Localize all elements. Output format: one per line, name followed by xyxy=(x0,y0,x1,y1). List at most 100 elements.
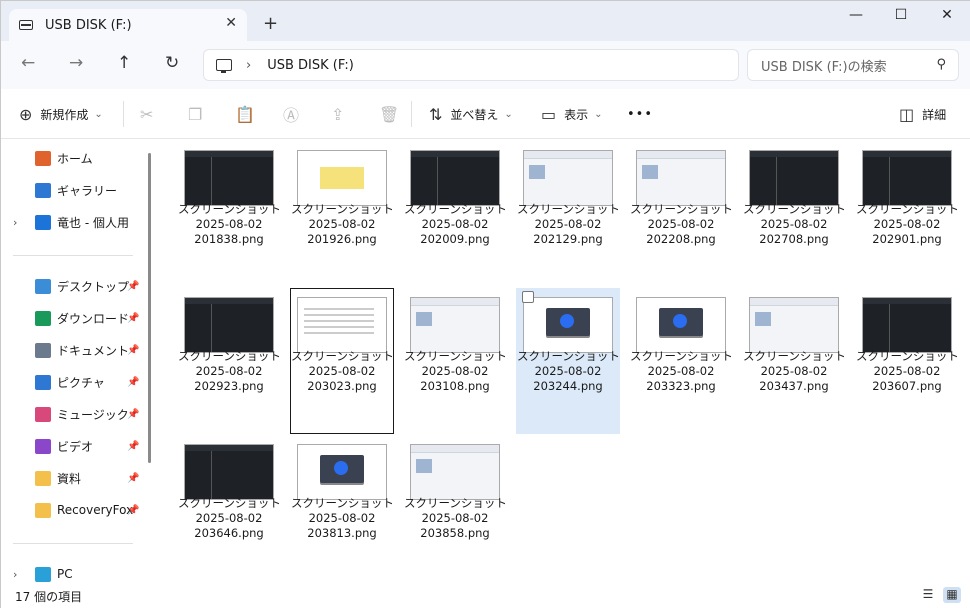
close-window-button[interactable]: ✕ xyxy=(924,7,970,23)
sidebar-item-label: RecoveryFox xyxy=(57,503,134,517)
sidebar-item[interactable]: ダウンロード 📌 xyxy=(1,303,151,333)
file-item[interactable]: スクリーンショット 2025-08-02 203437.png xyxy=(742,288,846,434)
image-thumbnail xyxy=(636,297,726,353)
pin-icon[interactable]: 📌 xyxy=(127,409,139,420)
file-name-line: スクリーンショット xyxy=(630,202,733,216)
sidebar-item[interactable]: デスクトップ 📌 xyxy=(1,271,151,301)
up-button[interactable]: ↑ xyxy=(117,53,131,73)
sidebar-item[interactable]: ビデオ 📌 xyxy=(1,431,151,461)
minimize-button[interactable]: — xyxy=(833,7,879,23)
divider xyxy=(123,101,124,127)
address-bar[interactable]: › USB DISK (F:) xyxy=(203,49,739,81)
tab-usb-disk[interactable]: USB DISK (F:) ✕ xyxy=(9,9,247,41)
pin-icon[interactable]: 📌 xyxy=(127,345,139,356)
pin-icon[interactable]: 📌 xyxy=(127,441,139,452)
file-item[interactable]: スクリーンショット 2025-08-02 201926.png xyxy=(290,141,394,287)
file-item[interactable]: スクリーンショット 2025-08-02 203858.png xyxy=(403,435,507,581)
file-item[interactable]: スクリーンショット 2025-08-02 202129.png xyxy=(516,141,620,287)
file-name-line: 203437.png xyxy=(759,379,829,393)
breadcrumb-usb-disk[interactable]: USB DISK (F:) xyxy=(267,58,354,73)
chevron-down-icon: ⌄ xyxy=(504,108,513,120)
file-item[interactable]: スクリーンショット 2025-08-02 202009.png xyxy=(403,141,507,287)
new-tab-button[interactable]: + xyxy=(263,13,278,34)
file-name-line: 2025-08-02 xyxy=(195,364,263,378)
file-explorer-window: USB DISK (F:) ✕ + — ☐ ✕ ← → ↑ ↻ › USB DI… xyxy=(0,0,970,608)
file-item[interactable]: スクリーンショット 2025-08-02 203244.png xyxy=(516,288,620,434)
rename-button[interactable]: Ⓐ xyxy=(283,89,299,139)
status-bar: 17 個の項目 ☰ ▦ xyxy=(1,582,970,608)
file-item[interactable]: スクリーンショット 2025-08-02 203646.png xyxy=(177,435,281,581)
expand-chevron-icon[interactable]: › xyxy=(13,568,17,581)
view-button[interactable]: ▭ 表示 ⌄ xyxy=(541,89,603,139)
sidebar-item[interactable]: ドキュメント 📌 xyxy=(1,335,151,365)
file-item[interactable]: スクリーンショット 2025-08-02 203108.png xyxy=(403,288,507,434)
file-name-line: 203607.png xyxy=(872,379,942,393)
details-view-button[interactable]: ☰ xyxy=(919,587,937,603)
file-item[interactable]: スクリーンショット 2025-08-02 201838.png xyxy=(177,141,281,287)
sidebar-scrollbar[interactable] xyxy=(148,153,151,463)
search-input[interactable]: USB DISK (F:)の検索 ⚲ xyxy=(747,49,959,81)
file-name-line: スクリーンショット xyxy=(404,349,507,363)
sidebar-item[interactable]: RecoveryFox 📌 xyxy=(1,495,151,525)
file-name-line: 2025-08-02 xyxy=(195,217,263,231)
file-item[interactable]: スクリーンショット 2025-08-02 203813.png xyxy=(290,435,394,581)
more-options-button[interactable]: ••• xyxy=(627,89,653,139)
file-name-line: スクリーンショット xyxy=(291,496,394,510)
file-name-line: 203244.png xyxy=(533,379,603,393)
file-name-line: 2025-08-02 xyxy=(760,217,828,231)
share-button[interactable]: ⇪ xyxy=(331,89,344,139)
image-thumbnail xyxy=(410,150,500,206)
file-name-line: スクリーンショット xyxy=(178,202,281,216)
file-item[interactable]: スクリーンショット 2025-08-02 202208.png xyxy=(629,141,733,287)
back-button[interactable]: ← xyxy=(21,53,35,73)
sidebar-item[interactable]: 資料 📌 xyxy=(1,463,151,493)
forward-button[interactable]: → xyxy=(69,53,83,73)
file-item[interactable]: スクリーンショット 2025-08-02 202901.png xyxy=(855,141,959,287)
file-item[interactable]: スクリーンショット 2025-08-02 202708.png xyxy=(742,141,846,287)
pin-icon[interactable]: 📌 xyxy=(127,473,139,484)
sort-icon: ⇅ xyxy=(429,104,443,124)
sidebar-item[interactable]: ピクチャ 📌 xyxy=(1,367,151,397)
sidebar-item[interactable]: ミュージック 📌 xyxy=(1,399,151,429)
select-checkbox[interactable] xyxy=(522,291,534,303)
pin-icon[interactable]: 📌 xyxy=(127,313,139,324)
pin-icon[interactable]: 📌 xyxy=(127,505,139,516)
file-item[interactable]: スクリーンショット 2025-08-02 202923.png xyxy=(177,288,281,434)
close-tab-icon[interactable]: ✕ xyxy=(225,15,237,31)
sidebar-item-label: ピクチャ xyxy=(57,375,105,390)
copy-button[interactable]: ❐ xyxy=(188,89,202,139)
file-item[interactable]: スクリーンショット 2025-08-02 203023.png xyxy=(290,288,394,434)
sidebar-item[interactable]: › 竜也 - 個人用 xyxy=(1,207,151,237)
file-name-line: 2025-08-02 xyxy=(308,217,376,231)
delete-button[interactable]: 🗑 xyxy=(379,89,399,139)
refresh-button[interactable]: ↻ xyxy=(165,53,179,73)
search-placeholder: USB DISK (F:)の検索 xyxy=(761,59,887,75)
copy-icon: ❐ xyxy=(188,104,203,124)
sidebar-item-label: ダウンロード xyxy=(57,311,130,326)
expand-chevron-icon[interactable]: › xyxy=(13,216,17,229)
pin-icon[interactable]: 📌 xyxy=(127,377,139,388)
file-name-line: スクリーンショット xyxy=(178,349,281,363)
pin-icon[interactable]: 📌 xyxy=(127,281,139,292)
file-list: スクリーンショット 2025-08-02 201838.png スクリーンショット 20… xyxy=(160,139,970,582)
new-button[interactable]: ⊕ 新規作成 ⌄ xyxy=(19,89,103,139)
large-icons-view-button[interactable]: ▦ xyxy=(943,587,961,603)
file-name-line: 202129.png xyxy=(533,232,603,246)
file-name-line: 2025-08-02 xyxy=(647,364,715,378)
home-icon xyxy=(35,150,51,166)
sidebar-item-label: ミュージック xyxy=(57,407,129,422)
sort-button[interactable]: ⇅ 並べ替え ⌄ xyxy=(429,89,513,139)
image-thumbnail xyxy=(523,150,613,206)
cut-button[interactable]: ✂ xyxy=(140,89,153,139)
maximize-button[interactable]: ☐ xyxy=(878,7,924,23)
file-name-line: 201926.png xyxy=(307,232,377,246)
sidebar-item[interactable]: ギャラリー xyxy=(1,175,151,205)
file-item[interactable]: スクリーンショット 2025-08-02 203607.png xyxy=(855,288,959,434)
file-item[interactable]: スクリーンショット 2025-08-02 203323.png xyxy=(629,288,733,434)
sidebar-item[interactable]: ホーム xyxy=(1,143,151,173)
breadcrumb-chevron[interactable]: › xyxy=(246,58,251,73)
details-pane-button[interactable]: ◫ 詳細 xyxy=(899,89,946,139)
file-name-line: 201838.png xyxy=(194,232,264,246)
image-thumbnail xyxy=(636,150,726,206)
paste-button[interactable]: 📋 xyxy=(235,89,263,139)
